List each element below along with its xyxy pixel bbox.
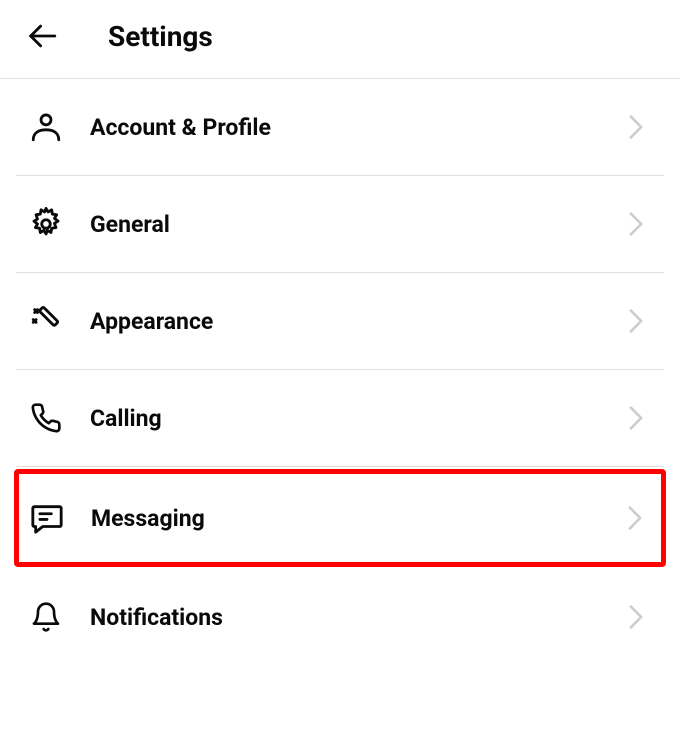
settings-item-label: Account & Profile [90,114,626,141]
settings-list: Account & Profile General [0,79,680,665]
bell-icon [26,597,66,637]
arrow-left-icon [25,19,59,53]
message-icon [27,498,67,538]
gear-icon [26,204,66,244]
settings-item-appearance[interactable]: Appearance [16,273,664,370]
settings-item-label: Calling [90,405,626,432]
chevron-right-icon [626,214,646,234]
back-button[interactable] [24,18,60,54]
settings-item-messaging[interactable]: Messaging [14,469,666,567]
settings-item-calling[interactable]: Calling [16,370,664,467]
settings-item-label: Messaging [91,505,625,532]
phone-icon [26,398,66,438]
chevron-right-icon [625,508,645,528]
settings-item-account-profile[interactable]: Account & Profile [16,79,664,176]
settings-item-label: Appearance [90,308,626,335]
settings-item-general[interactable]: General [16,176,664,273]
wand-icon [26,301,66,341]
chevron-right-icon [626,408,646,428]
chevron-right-icon [626,607,646,627]
settings-item-label: Notifications [90,604,626,631]
header: Settings [0,0,680,79]
chevron-right-icon [626,311,646,331]
chevron-right-icon [626,117,646,137]
person-icon [26,107,66,147]
page-title: Settings [108,20,213,53]
settings-item-notifications[interactable]: Notifications [16,569,664,665]
settings-item-label: General [90,211,626,238]
